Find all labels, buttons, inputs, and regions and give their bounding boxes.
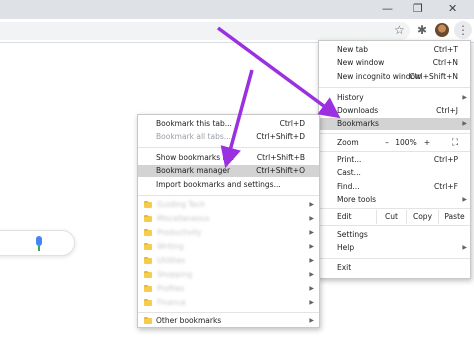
folder-icon (144, 270, 152, 278)
bookmarks-submenu: Bookmark this tab... Ctrl+D Bookmark all… (137, 114, 320, 328)
menu-item-bookmark-this-tab[interactable]: Bookmark this tab... Ctrl+D (138, 118, 319, 130)
zoom-in-button[interactable]: + (419, 137, 435, 149)
chevron-right-icon: ▶ (309, 299, 314, 306)
menu-item-new-window[interactable]: New window Ctrl+N (319, 57, 470, 69)
menu-divider (138, 147, 319, 148)
more-menu-icon[interactable]: ⋮ (454, 21, 472, 39)
chevron-right-icon: ▶ (309, 317, 314, 324)
chevron-right-icon: ▶ (462, 94, 467, 101)
minimize-icon[interactable]: — (382, 3, 393, 15)
folder-icon (144, 228, 152, 236)
menu-divider (319, 225, 470, 226)
menu-item-downloads[interactable]: Downloads Ctrl+J (319, 105, 470, 117)
menu-item-bookmark-manager[interactable]: Bookmark manager Ctrl+Shift+O (138, 165, 319, 177)
menu-item-bookmarks[interactable]: Bookmarks ▶ (319, 118, 470, 130)
chevron-right-icon: ▶ (309, 229, 314, 236)
menu-divider (138, 195, 319, 196)
menu-item-new-tab[interactable]: New tab Ctrl+T (319, 44, 470, 56)
zoom-level: 100% (395, 138, 417, 147)
menu-item-other-bookmarks[interactable]: Other bookmarks ▶ (138, 315, 319, 327)
menu-item-show-bookmarks-bar[interactable]: Show bookmarks bar Ctrl+Shift+B (138, 152, 319, 164)
chevron-right-icon: ▶ (462, 196, 467, 203)
address-bar[interactable] (0, 22, 410, 40)
menu-item-settings[interactable]: Settings (319, 229, 470, 241)
menu-item-bookmark-all-tabs: Bookmark all tabs... Ctrl+Shift+D (156, 132, 305, 141)
avatar[interactable] (435, 23, 449, 37)
chevron-right-icon: ▶ (309, 201, 314, 208)
menu-item-zoom: Zoom – 100% + ⛶ (319, 137, 470, 149)
close-icon[interactable]: ✕ (448, 3, 457, 15)
title-bar: — ❐ ✕ (0, 0, 474, 19)
folder-icon (144, 298, 152, 306)
menu-item-help[interactable]: Help ▶ (319, 242, 470, 254)
bookmark-folder[interactable]: Writing ▶ (138, 241, 319, 253)
chevron-right-icon: ▶ (309, 215, 314, 222)
menu-divider (138, 312, 319, 313)
bookmark-folder[interactable]: Utilities ▶ (138, 255, 319, 267)
copy-button[interactable]: Copy (406, 210, 438, 224)
chevron-right-icon: ▶ (309, 257, 314, 264)
chevron-right-icon: ▶ (462, 120, 467, 127)
extensions-icon[interactable]: ✱ (417, 23, 427, 37)
chevron-right-icon: ▶ (309, 271, 314, 278)
menu-divider (319, 151, 470, 152)
chevron-right-icon: ▶ (309, 243, 314, 250)
menu-divider (319, 87, 470, 88)
paste-button[interactable]: Paste (438, 210, 470, 224)
chrome-menu: New tab Ctrl+T New window Ctrl+N New inc… (318, 40, 471, 279)
menu-divider (319, 133, 470, 134)
folder-icon (144, 284, 152, 292)
menu-item-print[interactable]: Print... Ctrl+P (319, 154, 470, 166)
menu-item-import-bookmarks[interactable]: Import bookmarks and settings... (138, 179, 319, 191)
bookmark-folder[interactable]: Shopping ▶ (138, 269, 319, 281)
bookmark-folder[interactable]: Guiding Tech ▶ (138, 199, 319, 211)
menu-divider (319, 258, 470, 259)
cut-button[interactable]: Cut (376, 210, 406, 224)
menu-item-cast[interactable]: Cast... (319, 167, 470, 179)
bookmark-folder[interactable]: Finance ▶ (138, 297, 319, 309)
menu-item-history[interactable]: History ▶ (319, 92, 470, 104)
menu-item-edit: Edit Cut Copy Paste (319, 210, 470, 224)
menu-item-exit[interactable]: Exit (319, 262, 470, 274)
search-box[interactable] (0, 230, 75, 256)
menu-item-incognito[interactable]: New incognito window Ctrl+Shift+N (319, 71, 470, 83)
folder-icon (144, 242, 152, 250)
bookmark-folder[interactable]: Profiles ▶ (138, 283, 319, 295)
star-icon[interactable]: ☆ (394, 23, 405, 37)
folder-icon (144, 256, 152, 264)
chevron-right-icon: ▶ (309, 285, 314, 292)
microphone-icon[interactable] (35, 236, 43, 251)
restore-icon[interactable]: ❐ (413, 3, 423, 15)
folder-icon (144, 200, 152, 208)
folder-icon (144, 316, 152, 324)
menu-item-find[interactable]: Find... Ctrl+F (319, 181, 470, 193)
folder-icon (144, 214, 152, 222)
bookmark-folder[interactable]: Productivity ▶ (138, 227, 319, 239)
chevron-right-icon: ▶ (462, 244, 467, 251)
bookmark-folder[interactable]: Miscellaneous ▶ (138, 213, 319, 225)
fullscreen-icon[interactable]: ⛶ (447, 137, 463, 149)
menu-item-more-tools[interactable]: More tools ▶ (319, 194, 470, 206)
menu-divider (319, 208, 470, 209)
